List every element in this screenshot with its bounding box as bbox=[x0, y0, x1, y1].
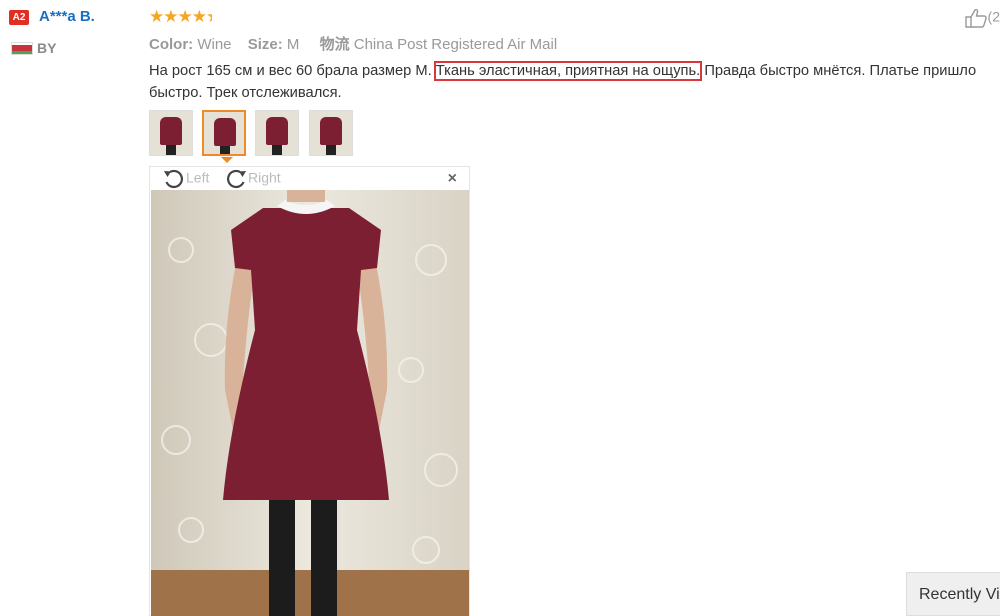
rotate-right-label: Right bbox=[248, 169, 281, 186]
star-icon: ★ bbox=[163, 7, 178, 26]
star-icon: ★ bbox=[177, 7, 193, 26]
star-rating: ★★★★★ bbox=[149, 7, 212, 27]
shipping-label: 物流 bbox=[319, 36, 350, 53]
review-text: На рост 165 см и вес 60 брала размер М. … bbox=[149, 60, 997, 104]
review-thumbnail-active[interactable] bbox=[202, 110, 246, 156]
star-icon: ★ bbox=[191, 7, 207, 26]
review-highlight: Ткань эластичная, приятная на ощупь. bbox=[433, 61, 703, 81]
rotate-right-button[interactable]: Right bbox=[224, 168, 281, 190]
size-label: Size: bbox=[247, 36, 283, 53]
order-meta: Color: Wine Size: M 物流 China Post Regist… bbox=[149, 33, 557, 54]
thumbs-up-icon bbox=[964, 8, 987, 28]
review-thumbnail[interactable] bbox=[309, 110, 353, 156]
reviewer-name[interactable]: A***a B. bbox=[39, 8, 95, 25]
thumbnail-caret-icon bbox=[221, 157, 233, 163]
rotate-right-icon bbox=[227, 169, 246, 189]
viewer-toolbar: Left Right × bbox=[150, 167, 469, 190]
rotate-left-icon bbox=[164, 169, 183, 189]
helpful-count: (2 bbox=[987, 8, 1000, 25]
star-icon: ★ bbox=[149, 7, 164, 26]
review-thumbnail[interactable] bbox=[255, 110, 299, 156]
recently-viewed-tab[interactable]: Recently Vi bbox=[906, 572, 1000, 616]
reviewer-country: BY bbox=[37, 40, 57, 56]
review-text-before: На рост 165 см и вес 60 брала размер М. bbox=[149, 63, 436, 79]
shipping-value: China Post Registered Air Mail bbox=[353, 36, 558, 53]
review-photo bbox=[151, 190, 469, 616]
close-viewer-button[interactable]: × bbox=[448, 170, 457, 188]
half-star-icon: ★ bbox=[206, 7, 212, 27]
color-value: Wine bbox=[197, 36, 232, 53]
color-label: Color: bbox=[149, 36, 194, 53]
helpful-button[interactable]: (2 bbox=[964, 8, 1000, 28]
reviewer-level-badge: A2 bbox=[9, 10, 29, 25]
size-value: M bbox=[286, 36, 300, 53]
rotate-left-button[interactable]: Left bbox=[162, 168, 209, 190]
image-viewer: Left Right × bbox=[149, 166, 470, 616]
dress-photo-illustration bbox=[151, 190, 469, 616]
rotate-left-label: Left bbox=[186, 169, 210, 186]
country-flag-icon bbox=[11, 42, 33, 55]
review-thumbnail[interactable] bbox=[149, 110, 193, 156]
